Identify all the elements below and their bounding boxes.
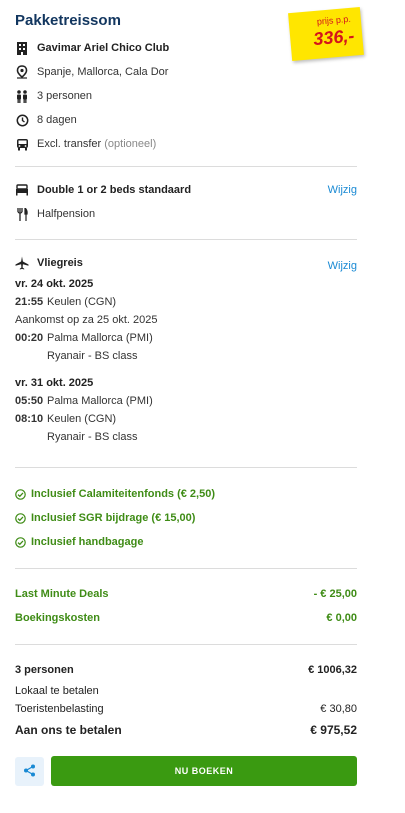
- departure-time: 21:55: [15, 296, 44, 308]
- clock-icon: [15, 113, 29, 127]
- duration-row: 8 dagen: [15, 112, 77, 128]
- persons-total-label: 3 personen: [15, 664, 74, 676]
- book-now-button[interactable]: NU BOEKEN: [51, 756, 357, 786]
- discount-label: Last Minute Deals: [15, 588, 109, 600]
- inclusion-text: Inclusief handbagage: [31, 536, 144, 548]
- check-circle-icon: [15, 488, 26, 500]
- discount-value: - € 25,00: [313, 588, 357, 600]
- departure-place: Keulen (CGN): [47, 296, 117, 308]
- departure-time: 05:50: [15, 395, 44, 407]
- return-date: vr. 31 okt. 2025: [15, 377, 94, 389]
- divider: [15, 644, 357, 645]
- inclusion-item: Inclusief Calamiteitenfonds (€ 2,50): [15, 488, 215, 500]
- tourist-tax-value: € 30,80: [320, 703, 357, 715]
- arrival-time: 00:20: [15, 332, 44, 344]
- hotel-name: Gavimar Ariel Chico Club: [37, 42, 170, 54]
- duration-text: 8 dagen: [37, 114, 77, 126]
- outbound-date: vr. 24 okt. 2025: [15, 278, 94, 290]
- arrival-place: Palma Mallorca (PMI): [47, 332, 153, 344]
- persons-text: 3 personen: [37, 90, 93, 102]
- local-pay-row: Lokaal te betalen: [15, 685, 357, 697]
- flight-title: Vliegreis: [37, 257, 83, 269]
- check-circle-icon: [15, 536, 26, 548]
- persons-total-value: € 1006,32: [308, 664, 357, 676]
- inclusion-item: Inclusief handbagage: [15, 536, 143, 548]
- room-name: Double 1 or 2 beds standaard: [37, 184, 192, 196]
- price-value: 336,-: [312, 25, 356, 50]
- outbound-arrival: 00:20 Palma Mallorca (PMI): [15, 332, 153, 344]
- divider: [15, 166, 357, 167]
- board-row: Halfpension: [15, 206, 95, 222]
- discount-value: € 0,00: [326, 612, 357, 624]
- package-summary-panel: Pakketreissom prijs p.p. 336,- Gavimar A…: [0, 0, 405, 813]
- inclusion-item: Inclusief SGR bijdrage (€ 15,00): [15, 512, 195, 524]
- location-text: Spanje, Mallorca, Cala Dor: [37, 66, 169, 78]
- edit-flight-link[interactable]: Wijzig: [328, 260, 357, 272]
- outbound-carrier: Ryanair - BS class: [47, 350, 138, 362]
- divider: [15, 467, 357, 468]
- return-departure: 05:50 Palma Mallorca (PMI): [15, 395, 153, 407]
- arrival-place: Keulen (CGN): [47, 413, 117, 425]
- return-carrier: Ryanair - BS class: [47, 431, 138, 443]
- location-pin-icon: [15, 65, 29, 79]
- arrival-time: 08:10: [15, 413, 44, 425]
- page-title: Pakketreissom: [15, 12, 121, 29]
- persons-total-row: 3 personen € 1006,32: [15, 664, 357, 676]
- hotel-row: Gavimar Ariel Chico Club: [15, 40, 169, 56]
- persons-row: 3 personen: [15, 88, 92, 104]
- board-text: Halfpension: [37, 208, 96, 220]
- tourist-tax-row: Toeristenbelasting € 30,80: [15, 703, 357, 715]
- edit-room-link[interactable]: Wijzig: [328, 184, 357, 196]
- price-sticker: prijs p.p. 336,-: [288, 6, 364, 62]
- inclusion-text: Inclusief SGR bijdrage (€ 15,00): [31, 512, 196, 524]
- persons-icon: [15, 89, 29, 103]
- building-icon: [15, 41, 29, 55]
- share-button[interactable]: [15, 757, 44, 786]
- pay-total-label: Aan ons te betalen: [15, 723, 122, 737]
- outbound-departure: 21:55 Keulen (CGN): [15, 296, 116, 308]
- departure-place: Palma Mallorca (PMI): [47, 395, 153, 407]
- discount-label: Boekingskosten: [15, 612, 100, 624]
- transfer-row: Excl. transfer (optioneel): [15, 136, 156, 152]
- divider: [15, 239, 357, 240]
- discount-row: Boekingskosten € 0,00: [15, 612, 357, 624]
- check-circle-icon: [15, 512, 26, 524]
- local-pay-label: Lokaal te betalen: [15, 685, 99, 697]
- transfer-text: Excl. transfer (optioneel): [37, 138, 156, 150]
- bus-icon: [15, 137, 29, 151]
- pay-total-value: € 975,52: [310, 723, 357, 737]
- discount-row: Last Minute Deals - € 25,00: [15, 588, 357, 600]
- cutlery-icon: [15, 207, 29, 221]
- price-label: prijs p.p.: [316, 13, 352, 27]
- transfer-note: (optioneel): [104, 138, 157, 150]
- inclusion-text: Inclusief Calamiteitenfonds (€ 2,50): [31, 488, 215, 500]
- bed-icon: [15, 183, 29, 197]
- divider: [15, 568, 357, 569]
- pay-total-row: Aan ons te betalen € 975,52: [15, 723, 357, 737]
- transfer-label: Excl. transfer: [37, 138, 102, 150]
- arrival-note: Aankomst op za 25 okt. 2025: [15, 314, 158, 326]
- tourist-tax-label: Toeristenbelasting: [15, 703, 104, 715]
- flight-header: Vliegreis: [15, 255, 83, 271]
- airplane-icon: [15, 256, 29, 270]
- return-arrival: 08:10 Keulen (CGN): [15, 413, 116, 425]
- room-row: Double 1 or 2 beds standaard: [15, 182, 191, 198]
- location-row: Spanje, Mallorca, Cala Dor: [15, 64, 168, 80]
- share-icon: [23, 764, 36, 780]
